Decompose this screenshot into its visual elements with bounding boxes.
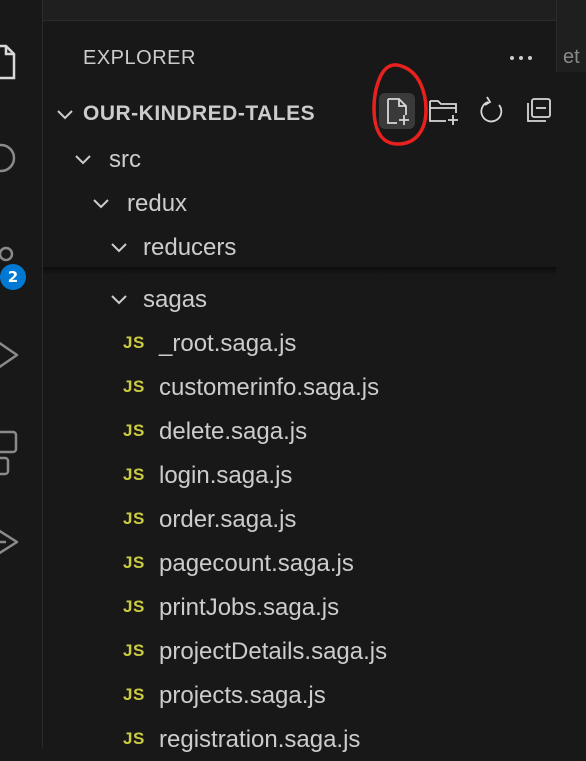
js-file-icon: JS — [123, 377, 145, 396]
files-icon[interactable] — [0, 40, 20, 84]
tree-file[interactable]: JS registration.saga.js — [43, 717, 556, 761]
file-label: projectDetails.saga.js — [159, 638, 388, 665]
folder-label: redux — [127, 190, 188, 217]
tree-file[interactable]: JS delete.saga.js — [43, 409, 556, 453]
tree-file[interactable]: JS order.saga.js — [43, 497, 556, 541]
chevron-down-icon — [111, 295, 127, 305]
refresh-icon — [480, 96, 503, 123]
js-file-icon: JS — [123, 509, 145, 528]
chevron-down-icon — [57, 110, 73, 120]
file-label: delete.saga.js — [159, 418, 308, 445]
file-label: registration.saga.js — [159, 726, 361, 753]
js-file-icon: JS — [123, 465, 145, 484]
file-label: customerinfo.saga.js — [159, 374, 380, 401]
file-label: pagecount.saga.js — [159, 550, 354, 577]
chevron-down-icon — [111, 243, 127, 253]
refresh-button[interactable] — [473, 93, 509, 129]
collapse-all-icon — [527, 98, 551, 122]
file-label: printJobs.saga.js — [159, 594, 340, 621]
folder-label: src — [109, 146, 141, 173]
project-name: OUR-KINDRED-TALES — [83, 102, 316, 125]
tree-file[interactable]: JS customerinfo.saga.js — [43, 365, 556, 409]
js-file-icon: JS — [123, 421, 145, 440]
source-control-badge: 2 — [0, 264, 26, 290]
chevron-down-icon — [75, 155, 91, 165]
run-debug-icon[interactable] — [0, 336, 20, 376]
editor-tab[interactable]: et — [556, 0, 586, 72]
folder-label: sagas — [143, 286, 208, 313]
activity-bar: 2 — [0, 0, 43, 748]
tree-file[interactable]: JS projectDetails.saga.js — [43, 629, 556, 673]
collapse-all-button[interactable] — [520, 93, 556, 129]
folder-label: reducers — [143, 234, 237, 261]
title-strip — [43, 0, 586, 21]
file-label: login.saga.js — [159, 462, 293, 489]
tree-file[interactable]: JS pagecount.saga.js — [43, 541, 556, 585]
file-label: _root.saga.js — [159, 330, 297, 357]
tree-folder-sagas[interactable]: sagas — [43, 277, 556, 321]
tree-file[interactable]: JS _root.saga.js — [43, 321, 556, 365]
editor-tab-label: et — [563, 46, 580, 68]
tree-file[interactable]: JS login.saga.js — [43, 453, 556, 497]
more-actions-button[interactable] — [505, 45, 537, 69]
file-label: order.saga.js — [159, 506, 297, 533]
js-file-icon: JS — [123, 553, 145, 572]
js-file-icon: JS — [123, 333, 145, 352]
tree-folder-reducers[interactable]: reducers — [43, 225, 556, 269]
extensions-icon[interactable] — [0, 428, 20, 482]
explorer-title: EXPLORER — [83, 47, 196, 69]
tree-folder-src[interactable]: src — [43, 137, 556, 181]
search-icon[interactable] — [0, 140, 20, 180]
file-label: projects.saga.js — [159, 682, 326, 709]
sticky-scroll-shadow — [43, 267, 556, 275]
annotation-circle — [372, 63, 428, 146]
chevron-down-icon — [93, 199, 109, 209]
js-file-icon: JS — [123, 729, 145, 748]
js-file-icon: JS — [123, 685, 145, 704]
tree-file[interactable]: JS projects.saga.js — [43, 673, 556, 717]
tree-folder-redux[interactable]: redux — [43, 181, 556, 225]
remote-icon[interactable] — [0, 522, 20, 562]
js-file-icon: JS — [123, 597, 145, 616]
explorer-sidebar: EXPLORER OUR-KINDRED-TALES src redux red… — [43, 21, 556, 753]
tree-file[interactable]: JS printJobs.saga.js — [43, 585, 556, 629]
js-file-icon: JS — [123, 641, 145, 660]
